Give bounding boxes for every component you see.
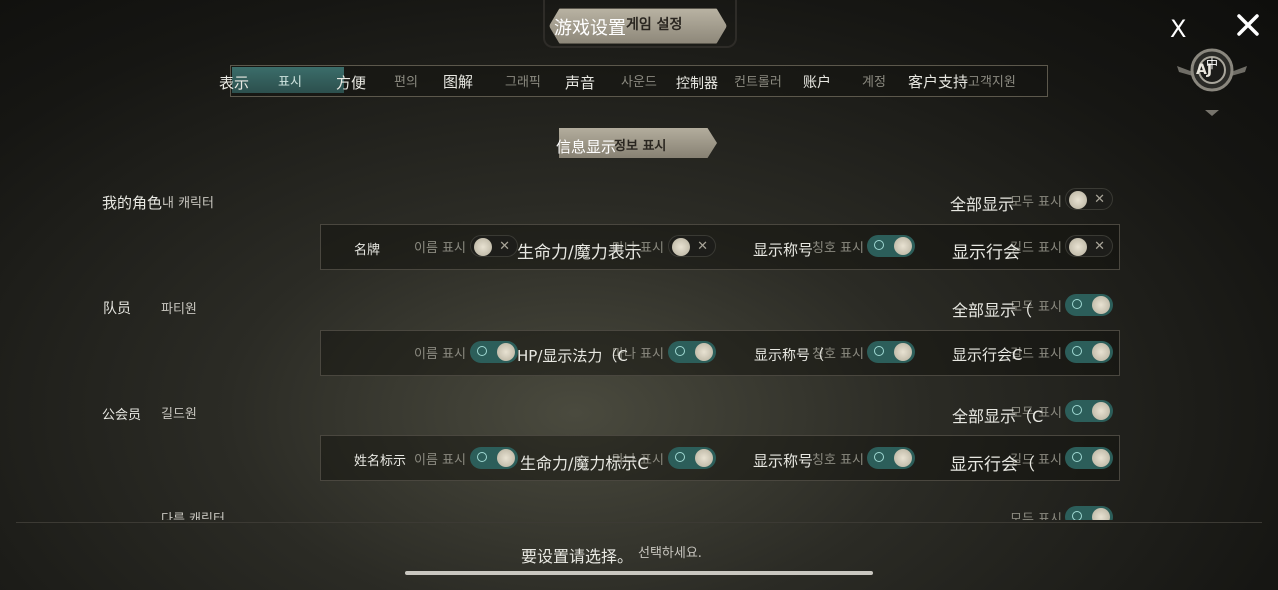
guild-display-label: 显示行会C [952,346,1023,364]
name-display-label: 이름 표시 [414,241,466,256]
on-ring-icon [1072,452,1082,462]
tab-graphics-kr: 그래픽 [505,75,541,90]
guild-display-toggle[interactable] [1065,341,1113,363]
group-label-guild: 公会员 [102,408,142,423]
name-display-label: 이름 표시 [414,453,466,468]
on-ring-icon [675,346,685,356]
show-all-kr: 모두 표시 [1010,195,1062,210]
guild-display-label: 显示行会（ [950,455,1035,475]
footer-divider [16,522,1262,523]
section-title: 信息显示 [556,138,617,156]
group-label-party: 队员 [103,301,131,317]
guild-display-label: 显示行会 [952,243,1020,263]
tab-controller-kr: 컨트롤러 [734,75,782,90]
guild-display-toggle[interactable]: ✕ [1065,235,1113,257]
title-display-toggle[interactable] [867,341,915,363]
section-title-kr: 정보 표시 [614,139,667,154]
row-label: 姓名标示 [354,454,407,469]
x-icon: ✕ [1094,192,1105,207]
scrollbar[interactable] [405,571,873,575]
on-ring-icon [1072,511,1082,520]
name-display-toggle[interactable]: ✕ [470,235,518,257]
on-ring-icon [1072,346,1082,356]
tab-display[interactable]: 表示 [219,72,249,93]
show-all-label: 全部显示（ [952,301,1033,320]
name-display-label: 이름 표시 [414,347,466,362]
server-emblem-icon[interactable]: AJ 中 [1177,44,1247,116]
tab-account[interactable]: 账户 [803,72,831,92]
row-label: 名牌 [354,243,381,258]
group-label-my-character-kr: 내 캐릭터 [162,196,214,211]
tab-support[interactable]: 客户支持 [908,71,968,92]
tab-sound[interactable]: 声音 [565,72,595,93]
title-display-toggle[interactable] [867,447,915,469]
on-ring-icon [675,452,685,462]
group-label-my-character: 我的角色 [102,194,163,212]
hp-mp-display-label: HP/显示法力（C [517,347,628,365]
title-display-toggle[interactable] [867,235,915,257]
on-ring-icon [874,240,884,250]
hp-mp-display-toggle[interactable] [668,341,716,363]
show-all-label: 全部显示 [950,195,1015,214]
on-ring-icon [477,346,487,356]
tab-support-kr: 고객지원 [968,75,1016,90]
hp-mp-display-toggle[interactable]: ✕ [668,235,716,257]
title-display-label: 显示称号 [753,452,814,470]
tab-account-kr: 계정 [862,75,886,90]
other-characters-row-clipped: 다른 캐릭터 모두 표시 [150,505,1130,520]
name-display-toggle[interactable] [470,341,518,363]
name-display-toggle[interactable] [470,447,518,469]
group-label-party-kr: 파티원 [161,302,197,317]
x-icon: ✕ [499,239,510,254]
x-icon: ✕ [1094,239,1105,254]
show-all-toggle[interactable] [1065,294,1113,316]
tab-convenience[interactable]: 方便 [336,72,366,93]
title-display-kr: 칭호 표시 [812,241,864,256]
show-all-toggle[interactable]: ✕ [1065,188,1113,210]
tab-convenience-kr: 편의 [394,75,418,90]
title-display-kr: 칭호 표시 [812,453,864,468]
title-display-label: 显示称号 [753,241,814,259]
guild-display-toggle[interactable] [1065,447,1113,469]
x-icon: ✕ [697,239,708,254]
on-ring-icon [874,452,884,462]
hp-mp-display-label: 生命力/魔力标示C [520,454,649,473]
tab-sound-kr: 사운드 [621,75,657,90]
show-all-toggle[interactable] [1065,506,1113,520]
hp-mp-display-label: 生命力/魔力表示 [517,243,642,263]
emblem-accent: 中 [1206,57,1219,71]
page-title: 游戏设置 [554,18,626,39]
group-label-other-kr: 다른 캐릭터 [161,512,225,520]
footer-hint-kr: 선택하세요. [638,546,702,561]
on-ring-icon [1072,299,1082,309]
show-all-label: 全部显示（C [952,407,1044,426]
on-ring-icon [874,346,884,356]
show-all-toggle[interactable] [1065,400,1113,422]
footer-hint: 要设置请选择。 [521,547,634,566]
title-kr: 게임 설정 [626,17,683,33]
title-display-label: 显示称号（ [754,348,824,364]
tab-graphics[interactable]: 图解 [443,71,473,92]
close-icon[interactable] [1234,11,1262,39]
show-all-kr: 모두 표시 [1010,512,1062,520]
close-button-translated[interactable]: X [1170,17,1186,41]
tab-controller[interactable]: 控制器 [676,73,718,93]
group-label-guild-kr: 길드원 [161,407,197,422]
tab-display-kr: 표시 [278,75,302,90]
on-ring-icon [1072,405,1082,415]
hp-mp-display-toggle[interactable] [668,447,716,469]
on-ring-icon [477,452,487,462]
